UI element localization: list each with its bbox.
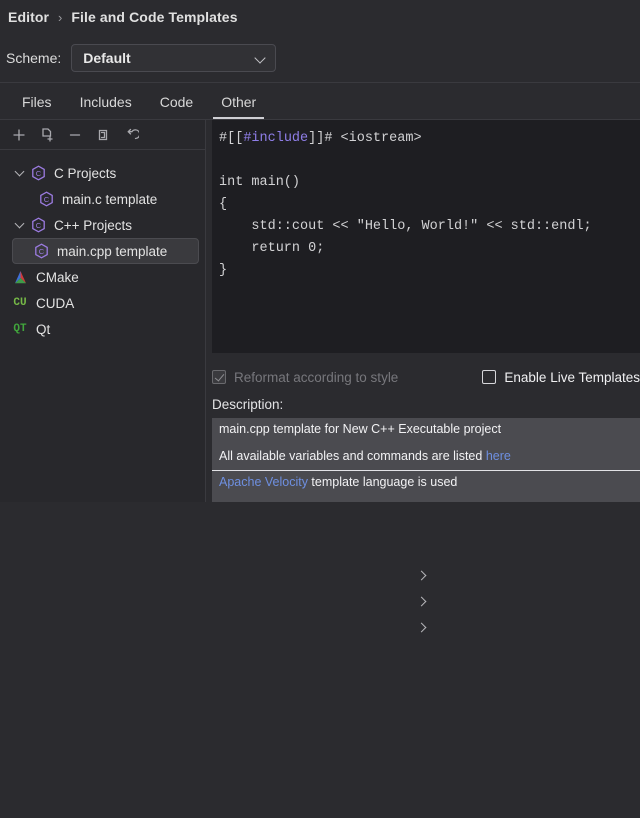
svg-text:C: C	[35, 169, 41, 178]
minus-icon	[67, 127, 83, 143]
tree-item-cmake[interactable]: CMake	[0, 264, 205, 290]
code-line: std::cout << "Hello, World!" << std::end…	[219, 216, 640, 238]
description-line-2: All available variables and commands are…	[212, 436, 640, 463]
plus-button[interactable]	[6, 123, 32, 147]
scheme-dropdown[interactable]: Default	[71, 44, 276, 72]
code-line: {	[219, 194, 640, 216]
page-title: File and Code Templates	[71, 9, 237, 25]
breadcrumb-separator-icon: ›	[58, 10, 62, 25]
here-link[interactable]: here	[486, 449, 511, 463]
tree-item-label: main.cpp template	[57, 244, 167, 259]
cuda-icon: CU	[10, 294, 30, 312]
apache-velocity-link[interactable]: Apache Velocity	[219, 475, 308, 489]
tree-item-label: Qt	[36, 322, 50, 337]
template-code-text: #[[#include]]# <iostream> int main() { std…	[219, 128, 640, 282]
live-templates-checkbox-label: Enable Live Templates	[504, 370, 640, 385]
code-line	[219, 150, 640, 172]
code-token: return 0;	[219, 241, 324, 256]
tab-other[interactable]: Other	[207, 94, 270, 119]
revert-icon	[123, 127, 139, 143]
cmake-icon	[10, 268, 30, 286]
c-hexagon-icon: C	[28, 216, 48, 234]
live-templates-checkbox[interactable]: Enable Live Templates	[482, 370, 640, 385]
description-line-3-text: template language is used	[308, 475, 457, 489]
reformat-checkbox-label: Reformat according to style	[234, 370, 398, 385]
tree-item-label: C Projects	[54, 166, 116, 181]
c-hexagon-icon: C	[31, 242, 51, 260]
template-code-editor[interactable]: #[[#include]]# <iostream> int main() { std…	[212, 120, 640, 353]
code-line: return 0;	[219, 238, 640, 260]
code-line: int main()	[219, 172, 640, 194]
code-token: int main()	[219, 175, 300, 190]
tree-item-label: CUDA	[36, 296, 74, 311]
tree-item-label: main.c template	[62, 192, 157, 207]
code-line: #[[#include]]# <iostream>	[219, 128, 640, 150]
tab-bar: FilesIncludesCodeOther	[0, 82, 640, 120]
template-detail-pane: #[[#include]]# <iostream> int main() { std…	[206, 120, 640, 502]
c-hexagon-icon: C	[36, 190, 56, 208]
description-line-3: Apache Velocity template language is use…	[212, 471, 640, 489]
breadcrumb-parent[interactable]: Editor	[8, 9, 49, 25]
tree-item-qt[interactable]: QT Qt	[0, 316, 205, 342]
copy-template-button[interactable]	[34, 123, 60, 147]
plus-icon	[11, 127, 27, 143]
tree-item-c-projects[interactable]: C C++ Projects	[0, 212, 205, 238]
code-line: }	[219, 260, 640, 282]
tree-item-cuda[interactable]: CU CUDA	[0, 290, 205, 316]
chevron-down-icon	[255, 53, 266, 64]
scheme-selected-value: Default	[83, 50, 130, 66]
tree-item-label: CMake	[36, 270, 79, 285]
reformat-checkbox: Reformat according to style	[212, 370, 398, 385]
tab-includes[interactable]: Includes	[66, 94, 146, 119]
description-label: Description:	[212, 397, 283, 412]
qt-icon: QT	[10, 320, 30, 338]
scheme-row: Scheme: Default	[0, 34, 640, 82]
tree-item-c-projects[interactable]: C C Projects	[0, 160, 205, 186]
code-token: #include	[243, 131, 308, 146]
tree-item-label: C++ Projects	[54, 218, 132, 233]
description-box: main.cpp template for New C++ Executable…	[212, 418, 640, 502]
live-templates-checkbox-box[interactable]	[482, 370, 496, 384]
revert-button[interactable]	[118, 123, 144, 147]
tab-files[interactable]: Files	[8, 94, 66, 119]
tree-item-main-cpp-template[interactable]: Cmain.cpp template	[12, 238, 199, 264]
minus-button[interactable]	[62, 123, 88, 147]
chevron-down-icon[interactable]	[10, 171, 28, 175]
code-token: ]]# <iostream>	[308, 131, 421, 146]
template-tree-panel: CC ProjectsCmain.c templateCC++ Projects…	[0, 120, 206, 502]
tree-toolbar	[0, 120, 205, 150]
reformat-checkbox-box	[212, 370, 226, 384]
options-row: Reformat according to style Enable Live …	[212, 363, 640, 391]
svg-text:C: C	[38, 247, 44, 256]
code-token: }	[219, 263, 227, 278]
template-tree: CC ProjectsCmain.c templateCC++ Projects…	[0, 150, 205, 342]
code-token: std::cout << "Hello, World!" << std::end…	[219, 219, 592, 234]
duplicate-button[interactable]	[90, 123, 116, 147]
breadcrumb: Editor › File and Code Templates	[0, 0, 640, 34]
scheme-label: Scheme:	[6, 50, 61, 66]
description-line-1: main.cpp template for New C++ Executable…	[212, 418, 640, 436]
svg-text:C: C	[43, 195, 49, 204]
description-line-2-text: All available variables and commands are…	[219, 449, 486, 463]
svg-text:C: C	[35, 221, 41, 230]
tab-code[interactable]: Code	[146, 94, 207, 119]
settings-dialog: Editor › File and Code Templates Scheme:…	[0, 0, 640, 502]
tree-item-main-c-template[interactable]: Cmain.c template	[0, 186, 205, 212]
duplicate-icon	[95, 127, 111, 143]
copy-template-icon	[39, 127, 55, 143]
code-token: #[[	[219, 131, 243, 146]
chevron-down-icon[interactable]	[10, 223, 28, 227]
code-token: {	[219, 197, 227, 212]
c-hexagon-icon: C	[28, 164, 48, 182]
